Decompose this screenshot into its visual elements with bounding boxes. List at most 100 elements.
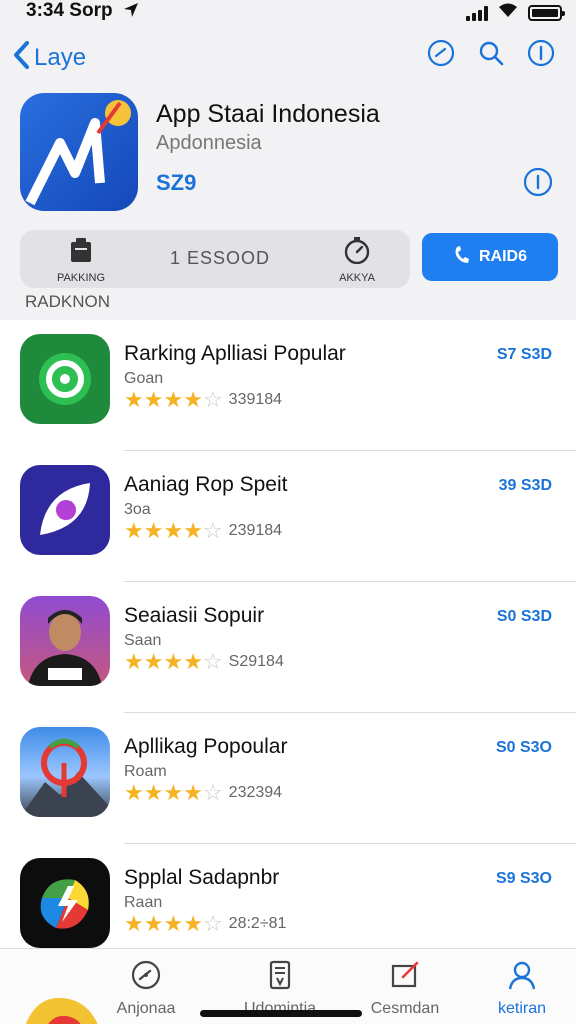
price-button[interactable]: S0 S3O	[496, 739, 552, 757]
person-icon	[506, 961, 538, 995]
segment-left-label: PAKKING	[56, 272, 106, 284]
segment-parking[interactable]: PAKKING	[54, 236, 108, 284]
star-icon: ★	[183, 649, 203, 674]
app-icon-bolt	[20, 858, 110, 948]
star-icon: ★	[143, 387, 164, 412]
row-subtitle: 3oa	[124, 501, 151, 518]
status-icons	[466, 2, 565, 23]
timer-icon	[343, 237, 371, 268]
segmented-control: PAKKING 1 ESSOOD AKKYA	[20, 230, 410, 288]
tab-label: Anjonaa	[116, 1000, 176, 1017]
star-icon: ★	[163, 518, 184, 543]
star-icon: ★	[124, 518, 144, 543]
star-icon: ★	[163, 649, 184, 674]
row-subtitle: Goan	[124, 370, 164, 387]
segment-center-label[interactable]: 1 ESSOOD	[170, 248, 270, 269]
tab-label: Cesmdan	[370, 1000, 440, 1017]
rating-count: 28:2÷81	[228, 915, 287, 932]
app-icon	[20, 93, 138, 211]
battery-icon	[528, 4, 565, 21]
star-icon: ★	[124, 911, 144, 936]
search-icon	[477, 39, 505, 72]
tab-cesmdan[interactable]: Cesmdan	[355, 959, 455, 1018]
app-price: SZ9	[156, 170, 197, 195]
star-icon: ★	[143, 911, 164, 936]
segment-akkya[interactable]: AKKYA	[330, 236, 384, 284]
rating-count: S29184	[228, 653, 284, 670]
star-icon: ★	[183, 911, 203, 936]
cellular-signal-icon	[466, 5, 488, 21]
star-outline-icon: ☆	[202, 780, 223, 805]
list-item[interactable]: Apllikag Popoular Roam ★ ★ ★ ★ ☆ 232394 S0 S…	[0, 713, 576, 844]
star-icon: ★	[124, 649, 144, 674]
rating-count: 339184	[228, 391, 283, 408]
tab-anjonaa[interactable]: Anjonaa	[96, 959, 196, 1018]
primary-action-label: RAID6	[478, 248, 527, 265]
star-icon: ★	[124, 780, 144, 805]
search-button[interactable]	[476, 40, 506, 70]
row-title: Aaniag Rop Speit	[124, 473, 288, 496]
star-icon: ★	[183, 518, 203, 543]
star-outline-icon: ☆	[202, 911, 223, 936]
price-button[interactable]: S7 S3D	[497, 346, 552, 364]
price-button[interactable]: S0 S3D	[497, 608, 552, 626]
star-rating: ★ ★ ★ ★ ☆ 339184	[124, 389, 282, 411]
section-title: RADKNON	[25, 292, 111, 311]
status-time: 3:34 Sorp	[26, 0, 113, 21]
back-button[interactable]: Laye	[12, 40, 86, 75]
row-title: Apllikag Popoular	[124, 735, 288, 758]
price-button[interactable]: S9 S3O	[496, 870, 552, 888]
row-title: Rarking Aplliasi Popular	[124, 342, 346, 365]
home-indicator	[200, 1010, 362, 1017]
app-subtitle: Apdonnesia	[156, 132, 262, 154]
list-item[interactable]: Rarking Aplliasi Popular Goan ★ ★ ★ ★ ☆ 3391…	[0, 320, 576, 451]
list-item[interactable]: Seaiasii Sopuir Saan ★ ★ ★ ★ ☆ S29184 S0 S3D	[0, 582, 576, 713]
status-bar: 3:34 Sorp	[0, 0, 576, 28]
nav-actions	[426, 39, 556, 72]
star-icon: ★	[124, 387, 144, 412]
tab-label: ketiran	[497, 1000, 547, 1017]
location-arrow-icon	[123, 2, 139, 23]
chevron-left-icon	[12, 40, 30, 75]
app-icon-green	[20, 334, 110, 424]
star-icon: ★	[143, 649, 164, 674]
row-subtitle: Saan	[124, 632, 162, 649]
row-subtitle: Roam	[124, 763, 167, 780]
clipboard-icon	[68, 238, 94, 268]
app-icon-portrait	[20, 596, 110, 686]
rating-count: 232394	[228, 784, 283, 801]
star-outline-icon: ☆	[202, 649, 223, 674]
star-icon: ★	[183, 780, 203, 805]
info-icon	[522, 167, 554, 202]
phone-icon	[453, 245, 471, 270]
price-button[interactable]: 39 S3D	[499, 477, 552, 495]
star-icon: ★	[143, 780, 164, 805]
star-icon: ★	[163, 911, 184, 936]
gauge-button[interactable]	[426, 39, 456, 70]
star-rating: ★ ★ ★ ★ ☆ S29184	[124, 651, 284, 673]
star-icon: ★	[183, 387, 203, 412]
segment-right-label: AKKYA	[339, 272, 375, 284]
list-item[interactable]: Aaniag Rop Speit 3oa ★ ★ ★ ★ ☆ 239184 39 S3D	[0, 451, 576, 582]
edit-icon	[389, 961, 421, 995]
info-icon	[527, 39, 555, 72]
app-icon-map	[20, 727, 110, 817]
row-title: Seaiasii Sopuir	[124, 604, 265, 627]
rating-count: 239184	[228, 522, 283, 539]
star-rating: ★ ★ ★ ★ ☆ 239184	[124, 520, 282, 542]
app-icon-purple	[20, 465, 110, 555]
info-button[interactable]	[522, 166, 554, 198]
star-icon: ★	[163, 387, 184, 412]
star-icon: ★	[163, 780, 184, 805]
info-button-top[interactable]	[526, 39, 556, 72]
star-icon: ★	[143, 518, 164, 543]
star-outline-icon: ☆	[202, 387, 223, 412]
tab-ketiran[interactable]: ketiran	[472, 959, 572, 1018]
gauge-icon	[130, 960, 162, 995]
back-label: Laye	[34, 43, 87, 71]
star-rating: ★ ★ ★ ★ ☆ 28:2÷81	[124, 913, 286, 935]
row-subtitle: Raan	[124, 894, 163, 911]
primary-action-button[interactable]: RAID6	[422, 233, 558, 281]
document-icon	[264, 960, 296, 995]
app-title: App Staai Indonesia	[156, 100, 380, 128]
